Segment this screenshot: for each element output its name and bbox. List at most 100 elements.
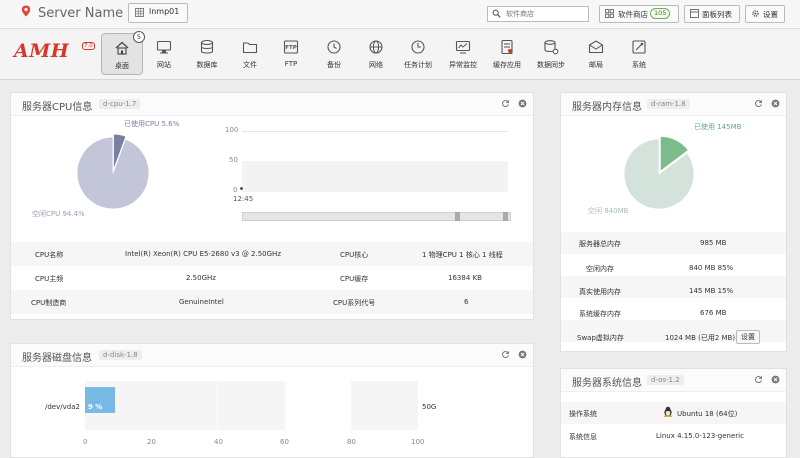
ram-panel-tag: d-ram-1.8 [647,99,690,109]
ubuntu-linux-icon [664,406,672,417]
search-placeholder: 软件商店 [506,10,534,18]
nav-item-label: 邮局 [589,61,603,69]
nav-item-5[interactable]: 备份 [314,33,354,73]
cpu-panel-tag: d-cpu-1.7 [99,99,141,109]
grid-line [242,131,508,132]
nav-item-label: 桌面 [115,62,129,70]
disk-panel-tag: d-disk-1.8 [99,350,142,360]
monitor-chart-icon [455,40,471,54]
system-info-value: Linux 4.15.0-123-generic [656,432,744,440]
amh-logo: AMH [14,40,70,62]
nav-item-4[interactable]: FTP FTP [271,33,311,73]
database-icon [200,39,214,54]
monitor-icon [156,40,172,54]
nav-item-6[interactable]: 网络 [356,33,396,73]
nav-item-label: 备份 [327,61,341,69]
ram-used-row-label: 真实使用内存 [579,288,621,296]
cpu-used-label: 已使用CPU 5.6% [124,120,180,128]
sync-icon [544,40,559,55]
os-panel-tag: d-os-1.2 [647,375,684,385]
nav-item-11[interactable]: 邮局 [576,33,616,73]
cpu-vendor-value: GenuineIntel [179,298,224,306]
x-tick: 80 [347,438,356,446]
search-icon [492,9,501,18]
gear-icon [752,10,759,17]
close-icon[interactable] [771,99,780,108]
ram-panel: 服务器内存信息 d-ram-1.8 已使用 145MB 空闲 840MB 服务器… [560,92,787,352]
mail-icon [588,40,604,54]
clock-icon [411,40,425,54]
nav-item-3[interactable]: 文件 [230,33,270,73]
settings-button[interactable]: 设置 [745,5,785,23]
disk-panel-title: 服务器磁盘信息 [22,353,92,364]
ram-free-label: 空闲 840MB [588,207,629,215]
ram-total-value: 985 MB [700,239,727,247]
ram-used-label: 已使用 145MB [694,123,742,131]
host-button[interactable]: lnmp01 [128,3,188,23]
settings-label: 设置 [763,10,778,19]
ram-used-row-value: 145 MB 15% [689,287,734,295]
cpu-family-label: CPU系列代号 [333,299,376,307]
os-panel-header: 服务器系统信息 d-os-1.2 [561,369,786,392]
software-store-label: 软件商店 [618,10,648,19]
nav-item-7[interactable]: 任务计划 [398,33,438,73]
cpu-name-label: CPU名称 [35,251,64,259]
location-pin-icon [21,5,31,17]
y-tick: 100 [225,126,239,134]
disk-grid-band [218,381,285,430]
desktop-icon [115,41,129,55]
os-panel: 服务器系统信息 d-os-1.2 操作系统 Ubuntu 18 (64位) 系统… [560,368,787,458]
cpu-panel-title: 服务器CPU信息 [22,102,93,113]
disk-grid-band [151,381,217,430]
nav-item-8[interactable]: 异常监控 [443,33,483,73]
nav-item-label: FTP [284,60,298,68]
system-icon [632,40,646,54]
nav-item-label: 系统 [632,61,646,69]
ram-free-row-value: 840 MB 85% [689,264,734,272]
os-panel-title: 服务器系统信息 [572,378,642,389]
refresh-icon[interactable] [754,99,763,108]
refresh-icon[interactable] [501,350,510,359]
cpu-data-point [240,187,243,190]
nav-item-12[interactable]: 系统 [619,33,659,73]
ram-cache-label: 系统缓存内存 [579,310,621,318]
disk-device: /dev/vda2 [45,403,80,411]
globe-icon [369,40,383,54]
refresh-icon[interactable] [754,375,763,384]
slider-handle-left[interactable] [455,212,460,221]
y-tick: 0 [233,186,238,194]
store-count-badge: 105 [650,8,671,19]
cpu-cache-label: CPU缓存 [340,275,369,283]
panel-list-label: 面板列表 [702,10,732,19]
panel-list-button[interactable]: 面板列表 [684,5,740,23]
refresh-icon[interactable] [501,99,510,108]
nav-item-label: 异常监控 [449,61,477,69]
cpu-panel-header: 服务器CPU信息 d-cpu-1.7 [11,93,533,116]
nav-item-9[interactable]: 缓存应用 [487,33,527,73]
cpu-history-plot-area [242,161,508,192]
disk-size: 50G [422,403,437,411]
ram-total-label: 服务器总内存 [579,240,621,248]
store-search-input[interactable]: 软件商店 [487,6,589,22]
time-range-slider[interactable] [242,212,511,221]
nav-item-10[interactable]: 数据同步 [531,33,571,73]
cpu-cache-value: 16384 KB [448,274,482,282]
nav-item-0[interactable]: 桌面 5 [101,31,145,75]
slider-handle-right[interactable] [503,212,508,221]
logo-version: 7.0 [82,42,95,50]
panel-icon [690,9,699,18]
close-icon[interactable] [518,350,527,359]
server-name: Server Name [38,6,124,21]
swap-label: Swap虚拟内存 [577,334,624,342]
close-icon[interactable] [771,375,780,384]
x-tick: 100 [411,438,425,446]
cache-icon [501,39,513,55]
cpu-freq-label: CPU主频 [35,275,64,283]
software-store-button[interactable]: 软件商店 105 [599,5,679,23]
nav-item-1[interactable]: 网站 [144,33,184,73]
disk-grid-band [351,381,418,430]
nav-item-2[interactable]: 数据库 [187,33,227,73]
swap-settings-button[interactable]: 设置 [736,330,760,344]
disk-panel: 服务器磁盘信息 d-disk-1.8 9 % /dev/vda2 50G 0 2… [10,343,534,458]
close-icon[interactable] [518,99,527,108]
